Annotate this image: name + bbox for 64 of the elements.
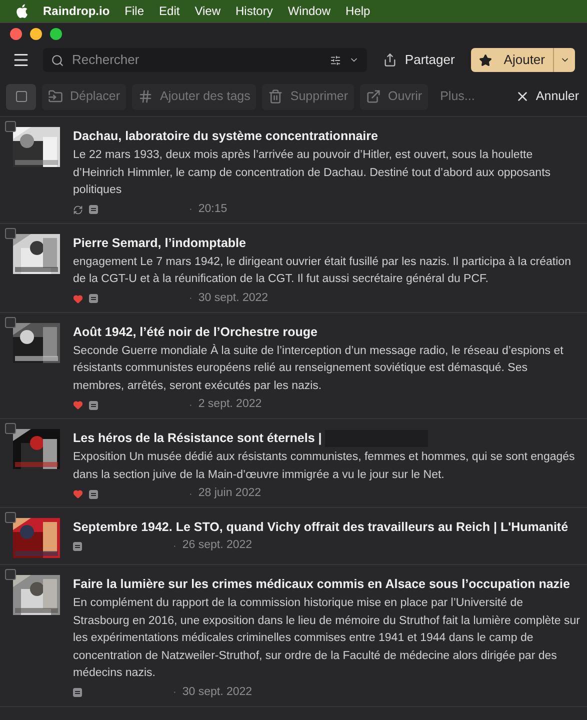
note-icon bbox=[89, 400, 98, 410]
apple-logo-icon[interactable] bbox=[16, 4, 28, 18]
note-icon bbox=[89, 490, 98, 498]
bookmark-date: 28 juin 2022 bbox=[198, 486, 262, 502]
star-icon bbox=[478, 54, 492, 66]
add-button[interactable]: Ajouter bbox=[470, 48, 553, 72]
note-icon bbox=[73, 688, 82, 697]
add-dropdown-button[interactable] bbox=[553, 48, 575, 72]
menu-item[interactable]: Window bbox=[288, 2, 331, 20]
external-link-icon bbox=[366, 89, 382, 104]
row-checkbox[interactable] bbox=[5, 228, 16, 238]
bookmark-title[interactable]: Les héros de la Résistance sont éternels | bbox=[73, 430, 322, 447]
select-all-button[interactable] bbox=[6, 84, 36, 110]
folder-icon bbox=[48, 89, 63, 104]
separator-dot: · bbox=[189, 398, 192, 412]
bookmark-title[interactable]: Septembre 1942. Le STO, quand Vichy offrait des travailleurs au Reich | L'Humanité bbox=[73, 519, 568, 536]
row-checkbox[interactable] bbox=[5, 121, 16, 132]
menu-item[interactable]: History bbox=[236, 2, 273, 20]
hash-icon bbox=[138, 89, 154, 104]
select-all-checkbox[interactable] bbox=[16, 91, 26, 102]
row-checkbox[interactable] bbox=[5, 512, 16, 523]
bookmark-excerpt: Le 22 mars 1933, deux mois après l’arrivée au pouvoir d’Hitler, est ouvert, sous la houlette d’Heinrich Himmler, le camp de concentration de Dachau. Destiné tout d’abord aux opposants politiques bbox=[73, 148, 552, 198]
search-field[interactable]: Rechercher bbox=[43, 48, 367, 72]
trash-icon bbox=[268, 89, 284, 104]
bookmark-date: 26 sept. 2022 bbox=[182, 538, 252, 554]
bookmark-excerpt: Seconde Guerre mondiale À la suite de l’interception d’un message radio, le réseau d’espions et résistants communistes européens relié au renseignement soviétique est démasqué. Ses membres, arrêtés, seront exécutés par les nazis. bbox=[73, 343, 564, 394]
bookmark-title[interactable]: Août 1942, l’été noir de l’Orchestre rouge bbox=[73, 324, 318, 340]
filter-icon[interactable] bbox=[330, 54, 341, 66]
menu-item[interactable]: File bbox=[124, 2, 144, 20]
note-icon bbox=[89, 294, 98, 303]
separator-dot: · bbox=[189, 203, 192, 217]
separator-dot: · bbox=[189, 488, 192, 502]
row-checkbox[interactable] bbox=[5, 316, 16, 328]
bookmark-title[interactable]: Dachau, laboratoire du système concentrationnaire bbox=[73, 128, 378, 145]
share-icon bbox=[382, 53, 397, 67]
search-icon bbox=[51, 54, 64, 66]
row-checkbox[interactable] bbox=[5, 569, 16, 580]
share-button[interactable]: Partager bbox=[376, 48, 461, 72]
bookmark-date: 30 sept. 2022 bbox=[198, 290, 268, 306]
cancel-button[interactable]: Annuler bbox=[512, 84, 581, 110]
menu-item[interactable]: View bbox=[194, 2, 220, 20]
bookmark-excerpt: engagement Le 7 mars 1942, le dirigeant ouvrier était fusillé par les nazis. Il participa à la création de la CGT-U et à la réunification de la CGT. Il fut aussi secrétaire général du PCF. bbox=[73, 254, 572, 287]
separator-dot: · bbox=[173, 540, 176, 554]
bookmark-excerpt: Exposition Un musée dédié aux résistants communistes, femmes et hommes, qui se sont engagés dans la section juive de la Main-d’œuvre immigrée a vu le jour sur le Net. bbox=[73, 450, 576, 482]
bookmark-title[interactable]: Faire la lumière sur les crimes médicaux commis en Alsace sous l’occupation nazie bbox=[73, 576, 570, 593]
separator-dot: · bbox=[173, 686, 176, 700]
menu-icon[interactable] bbox=[12, 51, 30, 69]
search-input[interactable]: Rechercher bbox=[72, 50, 322, 70]
menu-item[interactable]: Help bbox=[346, 2, 370, 20]
note-icon bbox=[89, 205, 98, 214]
bookmark-title[interactable]: Pierre Semard, l’indomptable bbox=[73, 234, 246, 252]
app-menu[interactable]: Raindrop.io bbox=[43, 2, 110, 20]
zoom-window-button[interactable] bbox=[50, 28, 62, 40]
note-icon bbox=[73, 542, 82, 550]
separator-dot: · bbox=[189, 292, 192, 306]
row-checkbox[interactable] bbox=[5, 423, 16, 434]
bookmark-row[interactable]: Septembre 1942. Le STO, quand Vichy offrait des travailleurs au Reich | L'Humanité · 26 sept. 2022 bbox=[0, 508, 587, 565]
bookmark-excerpt: En complément du rapport de la commission historique mise en place par l’Université de Strasbourg en 2016, une exposition dans le lieu de mémoire du Struthof fait la lumière complète sur les expérimentations médicales criminelles commises entre 1941 et 1944 dans le camp de concentration de Natzweiler-Struthof, sur ordre de la Faculté de médecine alors dirigée par des médecins nazis. bbox=[73, 596, 581, 681]
bookmark-date: 30 sept. 2022 bbox=[182, 684, 252, 700]
close-window-button[interactable] bbox=[10, 28, 22, 40]
minimize-window-button[interactable] bbox=[30, 28, 42, 40]
bookmark-date: 2 sept. 2022 bbox=[198, 397, 262, 412]
menu-item[interactable]: Edit bbox=[159, 2, 180, 20]
bookmark-date: 20:15 bbox=[198, 202, 228, 217]
